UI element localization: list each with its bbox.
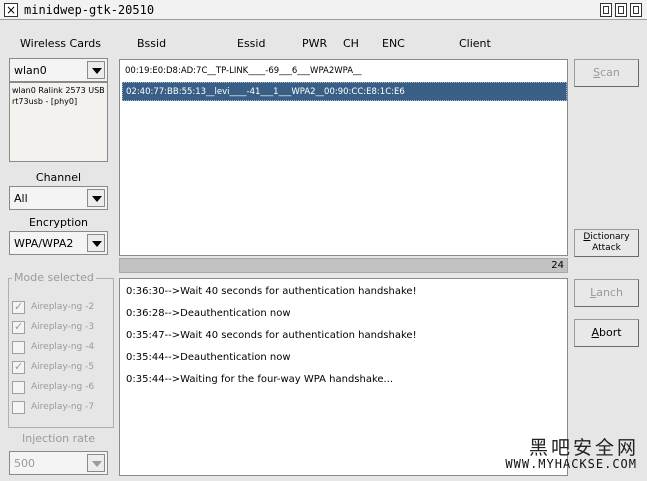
dictionary-attack-button[interactable]: Dictionary Attack [574, 229, 639, 257]
mode-checkbox-6[interactable]: Aireplay-ng -6 [12, 380, 112, 396]
title-bar: × minidwep-gtk-20510 [0, 0, 647, 20]
maximize-icon[interactable] [615, 3, 627, 17]
progress-bar: 24 [119, 258, 568, 273]
checkbox-checked-icon[interactable] [12, 300, 25, 314]
mode-checkbox-3[interactable]: Aireplay-ng -3 [12, 320, 112, 336]
wireless-card-value: wlan0 [14, 64, 47, 77]
mode-checkbox-5[interactable]: Aireplay-ng -5 [12, 360, 112, 376]
column-enc: ENC [382, 37, 405, 50]
card-info-box: wlan0 Ralink 2573 USB rt73usb - [phy0] [9, 82, 108, 162]
chevron-down-icon[interactable] [87, 454, 105, 472]
mode-label: Aireplay-ng -3 [31, 322, 95, 332]
wireless-card-select[interactable]: wlan0 [9, 58, 108, 82]
mode-checkbox-4[interactable]: Aireplay-ng -4 [12, 340, 112, 356]
minimize-icon[interactable] [600, 3, 612, 17]
close-window-icon[interactable] [630, 3, 642, 17]
mode-checkbox-2[interactable]: Aireplay-ng -2 [12, 300, 112, 316]
log-line: 0:35:44-->Deauthentication now [126, 352, 291, 363]
network-row-selected[interactable]: 02:40:77:BB:55:13__levi____-41___1___WPA… [122, 82, 567, 101]
watermark-chinese: 黑吧安全网 [528, 437, 639, 459]
close-icon[interactable]: × [4, 3, 18, 17]
encryption-label: Encryption [28, 216, 89, 229]
window-title: minidwep-gtk-20510 [24, 3, 155, 17]
log-line: 0:35:44-->Waiting for the four-way WPA h… [126, 374, 394, 385]
log-line: 0:36:28-->Deauthentication now [126, 308, 291, 319]
chevron-down-icon[interactable] [87, 234, 105, 252]
mode-label: Aireplay-ng -5 [31, 362, 95, 372]
column-bssid: Bssid [137, 37, 167, 50]
lanch-button[interactable]: Lanch [574, 279, 639, 307]
watermark-url: WWW.MYHACKSE.COM [505, 457, 637, 471]
log-output: 0:36:30-->Wait 40 seconds for authentica… [119, 278, 568, 476]
chevron-down-icon[interactable] [87, 189, 105, 207]
checkbox-icon[interactable] [12, 341, 25, 354]
encryption-select[interactable]: WPA/WPA2 [9, 231, 108, 255]
injection-rate-label: Injection rate [22, 432, 95, 445]
checkbox-icon[interactable] [12, 401, 25, 414]
column-pwr: PWR [302, 37, 328, 50]
mode-label: Aireplay-ng -2 [31, 302, 95, 312]
encryption-value: WPA/WPA2 [14, 237, 74, 250]
mode-label: Aireplay-ng -6 [31, 382, 95, 392]
channel-value: All [14, 192, 28, 205]
mode-checkbox-7[interactable]: Aireplay-ng -7 [12, 400, 112, 416]
column-essid: Essid [237, 37, 266, 50]
channel-label: Channel [35, 171, 82, 184]
chevron-down-icon[interactable] [87, 61, 105, 79]
column-client: Client [459, 37, 491, 50]
network-list[interactable]: 00:19:E0:D8:AD:7C__TP-LINK____-69___6___… [119, 59, 568, 256]
checkbox-icon[interactable] [12, 381, 25, 394]
network-row[interactable]: 00:19:E0:D8:AD:7C__TP-LINK____-69___6___… [122, 62, 567, 81]
mode-selected-label: Mode selected [12, 271, 96, 284]
injection-rate-select[interactable]: 500 [9, 451, 108, 475]
channel-select[interactable]: All [9, 186, 108, 210]
log-line: 0:36:30-->Wait 40 seconds for authentica… [126, 286, 417, 297]
column-ch: CH [343, 37, 359, 50]
log-line: 0:35:47-->Wait 40 seconds for authentica… [126, 330, 417, 341]
scan-button[interactable]: Scan [574, 59, 639, 87]
abort-button[interactable]: Abort [574, 319, 639, 347]
mode-label: Aireplay-ng -4 [31, 342, 95, 352]
checkbox-checked-icon[interactable] [12, 360, 25, 374]
checkbox-checked-icon[interactable] [12, 320, 25, 334]
mode-label: Aireplay-ng -7 [31, 402, 95, 412]
progress-value: 24 [551, 260, 564, 271]
wireless-cards-label: Wireless Cards [20, 37, 101, 50]
injection-rate-value: 500 [14, 457, 35, 470]
